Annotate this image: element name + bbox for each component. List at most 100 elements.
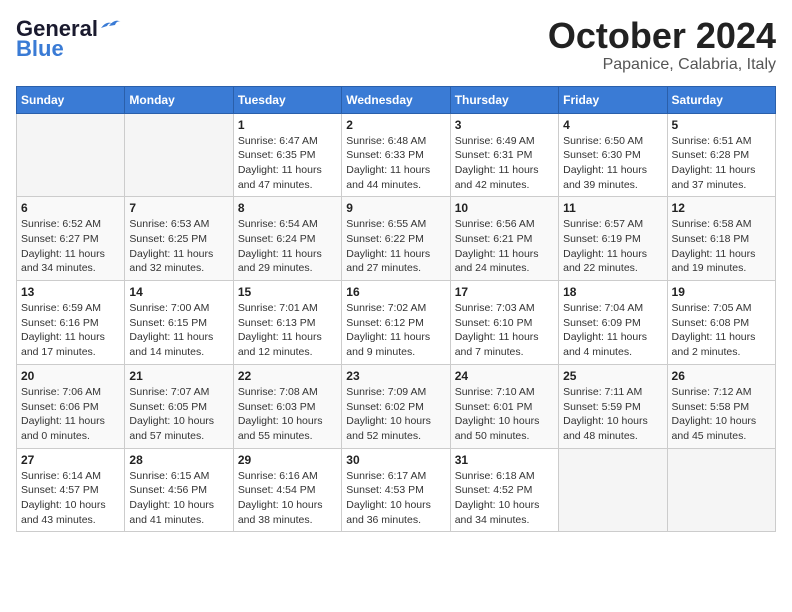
weekday-header: Saturday [667, 86, 775, 113]
day-detail: Sunrise: 6:18 AM Sunset: 4:52 PM Dayligh… [455, 469, 554, 528]
day-number: 13 [21, 285, 120, 299]
day-detail: Sunrise: 6:50 AM Sunset: 6:30 PM Dayligh… [563, 134, 662, 193]
day-detail: Sunrise: 6:51 AM Sunset: 6:28 PM Dayligh… [672, 134, 771, 193]
day-detail: Sunrise: 7:12 AM Sunset: 5:58 PM Dayligh… [672, 385, 771, 444]
day-detail: Sunrise: 7:04 AM Sunset: 6:09 PM Dayligh… [563, 301, 662, 360]
calendar-cell: 6Sunrise: 6:52 AM Sunset: 6:27 PM Daylig… [17, 197, 125, 281]
day-detail: Sunrise: 7:10 AM Sunset: 6:01 PM Dayligh… [455, 385, 554, 444]
calendar-week-row: 27 Sunrise: 6:14 AM Sunset: 4:57 PM Dayli… [17, 448, 776, 532]
day-detail: Sunrise: 7:08 AM Sunset: 6:03 PM Dayligh… [238, 385, 337, 444]
day-number: 24 [455, 369, 554, 383]
calendar-week-row: 20 Sunrise: 7:06 AM Sunset: 6:06 PM Dayli… [17, 364, 776, 448]
day-number: 25 [563, 369, 662, 383]
calendar-cell [17, 113, 125, 197]
day-detail: Sunrise: 7:09 AM Sunset: 6:02 PM Dayligh… [346, 385, 445, 444]
calendar-cell: 31 Sunrise: 6:18 AM Sunset: 4:52 PM Dayli… [450, 448, 558, 532]
calendar-cell: 8 Sunrise: 6:54 AM Sunset: 6:24 PM Daylig… [233, 197, 341, 281]
day-detail: Sunrise: 6:59 AM Sunset: 6:16 PM Dayligh… [21, 301, 120, 360]
calendar-cell: 30 Sunrise: 6:17 AM Sunset: 4:53 PM Dayli… [342, 448, 450, 532]
day-number: 5 [672, 118, 771, 132]
weekday-header: Tuesday [233, 86, 341, 113]
calendar-cell: 23 Sunrise: 7:09 AM Sunset: 6:02 PM Dayli… [342, 364, 450, 448]
calendar-cell: 3 Sunrise: 6:49 AM Sunset: 6:31 PM Daylig… [450, 113, 558, 197]
day-number: 7 [129, 201, 228, 215]
logo-bird-icon [99, 18, 121, 34]
logo: General Blue [16, 16, 121, 62]
calendar-cell: 11 Sunrise: 6:57 AM Sunset: 6:19 PM Dayli… [559, 197, 667, 281]
day-detail: Sunrise: 7:05 AM Sunset: 6:08 PM Dayligh… [672, 301, 771, 360]
day-detail: Sunrise: 7:01 AM Sunset: 6:13 PM Dayligh… [238, 301, 337, 360]
day-number: 31 [455, 453, 554, 467]
calendar-cell: 20 Sunrise: 7:06 AM Sunset: 6:06 PM Dayli… [17, 364, 125, 448]
day-number: 3 [455, 118, 554, 132]
day-number: 10 [455, 201, 554, 215]
day-detail: Sunrise: 6:54 AM Sunset: 6:24 PM Dayligh… [238, 217, 337, 276]
calendar-cell: 27 Sunrise: 6:14 AM Sunset: 4:57 PM Dayli… [17, 448, 125, 532]
day-number: 18 [563, 285, 662, 299]
day-number: 21 [129, 369, 228, 383]
day-detail: Sunrise: 7:02 AM Sunset: 6:12 PM Dayligh… [346, 301, 445, 360]
day-number: 27 [21, 453, 120, 467]
weekday-header-row: SundayMondayTuesdayWednesdayThursdayFrid… [17, 86, 776, 113]
day-number: 23 [346, 369, 445, 383]
calendar-week-row: 6Sunrise: 6:52 AM Sunset: 6:27 PM Daylig… [17, 197, 776, 281]
calendar-cell: 1Sunrise: 6:47 AM Sunset: 6:35 PM Daylig… [233, 113, 341, 197]
calendar-cell: 25 Sunrise: 7:11 AM Sunset: 5:59 PM Dayli… [559, 364, 667, 448]
day-detail: Sunrise: 6:49 AM Sunset: 6:31 PM Dayligh… [455, 134, 554, 193]
calendar-table: SundayMondayTuesdayWednesdayThursdayFrid… [16, 86, 776, 533]
day-number: 12 [672, 201, 771, 215]
weekday-header: Wednesday [342, 86, 450, 113]
day-detail: Sunrise: 6:58 AM Sunset: 6:18 PM Dayligh… [672, 217, 771, 276]
calendar-cell: 17Sunrise: 7:03 AM Sunset: 6:10 PM Dayli… [450, 281, 558, 365]
day-detail: Sunrise: 6:57 AM Sunset: 6:19 PM Dayligh… [563, 217, 662, 276]
day-number: 19 [672, 285, 771, 299]
calendar-cell [667, 448, 775, 532]
calendar-cell [559, 448, 667, 532]
day-detail: Sunrise: 6:56 AM Sunset: 6:21 PM Dayligh… [455, 217, 554, 276]
calendar-cell: 12 Sunrise: 6:58 AM Sunset: 6:18 PM Dayli… [667, 197, 775, 281]
month-title: October 2024 [548, 16, 776, 56]
logo-blue: Blue [16, 36, 64, 62]
day-detail: Sunrise: 7:03 AM Sunset: 6:10 PM Dayligh… [455, 301, 554, 360]
day-number: 22 [238, 369, 337, 383]
title-block: October 2024 Papanice, Calabria, Italy [548, 16, 776, 74]
page-header: General Blue October 2024 Papanice, Cala… [16, 16, 776, 74]
weekday-header: Thursday [450, 86, 558, 113]
day-detail: Sunrise: 6:16 AM Sunset: 4:54 PM Dayligh… [238, 469, 337, 528]
weekday-header: Friday [559, 86, 667, 113]
calendar-cell [125, 113, 233, 197]
day-detail: Sunrise: 7:11 AM Sunset: 5:59 PM Dayligh… [563, 385, 662, 444]
day-number: 20 [21, 369, 120, 383]
day-number: 15 [238, 285, 337, 299]
calendar-cell: 19 Sunrise: 7:05 AM Sunset: 6:08 PM Dayli… [667, 281, 775, 365]
day-detail: Sunrise: 6:55 AM Sunset: 6:22 PM Dayligh… [346, 217, 445, 276]
calendar-cell: 18 Sunrise: 7:04 AM Sunset: 6:09 PM Dayli… [559, 281, 667, 365]
day-detail: Sunrise: 7:07 AM Sunset: 6:05 PM Dayligh… [129, 385, 228, 444]
calendar-cell: 9 Sunrise: 6:55 AM Sunset: 6:22 PM Daylig… [342, 197, 450, 281]
day-number: 1 [238, 118, 337, 132]
day-detail: Sunrise: 6:17 AM Sunset: 4:53 PM Dayligh… [346, 469, 445, 528]
calendar-cell: 22 Sunrise: 7:08 AM Sunset: 6:03 PM Dayli… [233, 364, 341, 448]
calendar-week-row: 1Sunrise: 6:47 AM Sunset: 6:35 PM Daylig… [17, 113, 776, 197]
day-detail: Sunrise: 6:14 AM Sunset: 4:57 PM Dayligh… [21, 469, 120, 528]
day-number: 11 [563, 201, 662, 215]
day-number: 2 [346, 118, 445, 132]
day-detail: Sunrise: 7:00 AM Sunset: 6:15 PM Dayligh… [129, 301, 228, 360]
calendar-cell: 28Sunrise: 6:15 AM Sunset: 4:56 PM Dayli… [125, 448, 233, 532]
day-detail: Sunrise: 6:53 AM Sunset: 6:25 PM Dayligh… [129, 217, 228, 276]
calendar-cell: 29Sunrise: 6:16 AM Sunset: 4:54 PM Dayli… [233, 448, 341, 532]
day-detail: Sunrise: 6:15 AM Sunset: 4:56 PM Dayligh… [129, 469, 228, 528]
calendar-cell: 4Sunrise: 6:50 AM Sunset: 6:30 PM Daylig… [559, 113, 667, 197]
calendar-cell: 5 Sunrise: 6:51 AM Sunset: 6:28 PM Daylig… [667, 113, 775, 197]
location-subtitle: Papanice, Calabria, Italy [548, 56, 776, 74]
day-number: 9 [346, 201, 445, 215]
day-detail: Sunrise: 7:06 AM Sunset: 6:06 PM Dayligh… [21, 385, 120, 444]
day-number: 8 [238, 201, 337, 215]
day-number: 6 [21, 201, 120, 215]
calendar-cell: 13 Sunrise: 6:59 AM Sunset: 6:16 PM Dayli… [17, 281, 125, 365]
day-detail: Sunrise: 6:48 AM Sunset: 6:33 PM Dayligh… [346, 134, 445, 193]
calendar-cell: 14 Sunrise: 7:00 AM Sunset: 6:15 PM Dayli… [125, 281, 233, 365]
day-number: 14 [129, 285, 228, 299]
calendar-cell: 10 Sunrise: 6:56 AM Sunset: 6:21 PM Dayli… [450, 197, 558, 281]
day-number: 30 [346, 453, 445, 467]
